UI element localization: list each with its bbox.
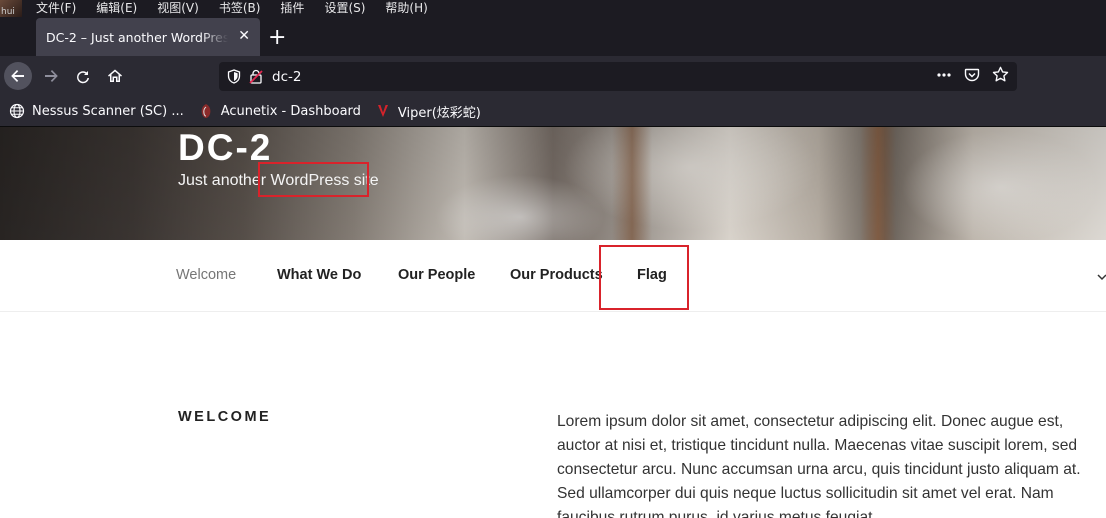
section-body: Lorem ipsum dolor sit amet, consectetur … (557, 413, 1081, 518)
chevron-down-icon[interactable] (1097, 270, 1106, 284)
section-heading: WELCOME (178, 409, 272, 425)
app-icon-text: hui (1, 7, 15, 17)
menu-help[interactable]: 帮助(H) (385, 0, 427, 17)
insecure-lock-icon[interactable] (249, 69, 263, 85)
banner-shade (0, 127, 1106, 240)
url-bar[interactable]: dc-2 (219, 62, 1017, 91)
pocket-icon[interactable] (964, 67, 980, 87)
bookmark-label: Nessus Scanner (SC) ... (32, 103, 184, 119)
nav-our-products[interactable]: Our Products (510, 267, 603, 283)
header-banner: DC-2 Just another WordPress site (0, 127, 1106, 240)
tab-title: DC-2 – Just another WordPress site (46, 29, 228, 45)
menu-settings[interactable]: 设置(S) (324, 0, 365, 17)
bookmark-acunetix[interactable]: Acunetix - Dashboard (198, 103, 361, 119)
forward-arrow-icon[interactable] (38, 63, 64, 89)
globe-icon (9, 103, 25, 119)
bookmarks-toolbar: Nessus Scanner (SC) ... Acunetix - Dashb… (0, 96, 1106, 127)
menu-view[interactable]: 视图(V) (157, 0, 199, 17)
highlight-box-tagline (258, 162, 369, 197)
bookmark-viper[interactable]: Viper(炫彩蛇) (375, 102, 481, 121)
home-icon[interactable] (102, 63, 128, 89)
url-actions (936, 62, 1009, 91)
highlight-box-flag (599, 245, 689, 310)
viper-icon (375, 103, 391, 119)
web-page: DC-2 Just another WordPress site Welcome… (0, 127, 1106, 518)
tab-dc2[interactable]: DC-2 – Just another WordPress site ✕ (36, 18, 260, 56)
bookmark-label: Viper(炫彩蛇) (397, 105, 481, 121)
menu-bookmarks[interactable]: 书签(B) (219, 0, 261, 17)
close-icon[interactable]: ✕ (238, 28, 250, 44)
more-icon[interactable] (936, 67, 952, 87)
url-text[interactable]: dc-2 (272, 69, 301, 85)
acunetix-icon (198, 103, 214, 119)
reload-icon[interactable] (70, 63, 96, 89)
menu-file[interactable]: 文件(F) (36, 0, 76, 17)
new-tab-button[interactable]: + (268, 18, 286, 56)
bookmark-nessus[interactable]: Nessus Scanner (SC) ... (9, 103, 184, 119)
tab-bar: DC-2 – Just another WordPress site ✕ + (0, 17, 1106, 56)
shield-icon[interactable] (227, 69, 241, 85)
nav-our-people[interactable]: Our People (398, 267, 475, 283)
nav-toolbar: dc-2 (0, 56, 1106, 96)
bookmark-star-icon[interactable] (992, 66, 1009, 87)
menu-plugins[interactable]: 插件 (280, 0, 304, 17)
app-icon: hui (0, 0, 22, 17)
menu-edit[interactable]: 编辑(E) (96, 0, 137, 17)
menubar: hui 文件(F) 编辑(E) 视图(V) 书签(B) 插件 设置(S) 帮助(… (0, 0, 1106, 17)
nav-what-we-do[interactable]: What We Do (277, 267, 361, 283)
back-arrow-icon[interactable] (4, 62, 32, 90)
main-navigation: Welcome What We Do Our People Our Produc… (0, 240, 1106, 312)
bookmark-label: Acunetix - Dashboard (220, 103, 361, 119)
nav-welcome[interactable]: Welcome (176, 267, 236, 283)
